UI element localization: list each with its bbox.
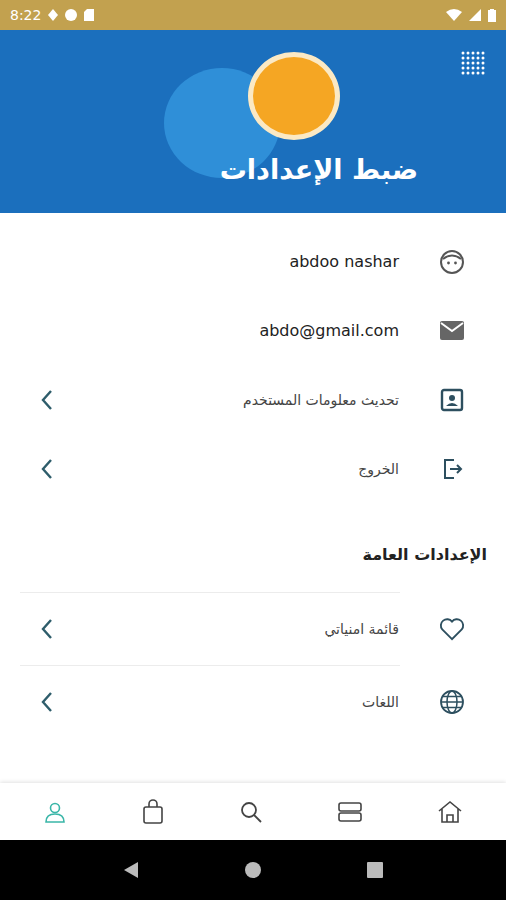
nav-button[interactable] (29, 792, 81, 832)
general-row[interactable]: قائمة امنياتي (0, 593, 506, 665)
row-label: الخروج (54, 461, 399, 477)
row-divider (20, 592, 400, 593)
page-title: ضبط الإعدادات (220, 154, 418, 185)
chevron-icon (40, 458, 54, 480)
account-list: abdoo nashar abdo@gmail.com تحديث معلومات … (0, 213, 506, 503)
nav-button[interactable] (323, 793, 377, 831)
chevron-icon (40, 389, 54, 411)
bottom-navigation (0, 783, 506, 840)
mail-icon (439, 320, 465, 342)
cards-icon (337, 801, 363, 823)
grid-menu-icon[interactable] (460, 50, 486, 76)
person-icon (43, 800, 67, 824)
status-bar: 8:22 (0, 0, 506, 30)
back-icon[interactable] (123, 861, 139, 879)
row-label: abdo@gmail.com (40, 321, 399, 340)
shopping-bag-icon (141, 799, 165, 825)
heart-icon (439, 616, 465, 642)
sdcard-icon (84, 9, 94, 21)
home-circle-icon[interactable] (244, 861, 262, 879)
general-row[interactable]: اللغات (0, 666, 506, 738)
nav-button[interactable] (225, 792, 277, 832)
general-settings-list: قائمة امنياتي اللغات (0, 592, 506, 738)
settings-screen: 8:22 ضبط الإعدادات abdoo nashar abdo@gmail.… (0, 0, 506, 900)
battery-icon (488, 9, 496, 22)
home-icon (437, 800, 463, 824)
account-row[interactable]: الخروج (0, 434, 506, 503)
settings-content: abdoo nashar abdo@gmail.com تحديث معلومات … (0, 213, 506, 783)
globe-icon (439, 689, 465, 715)
header-banner: ضبط الإعدادات (0, 30, 506, 213)
section-title: الإعدادات العامة (0, 545, 506, 564)
row-label: اللغات (54, 694, 399, 710)
nav-button[interactable] (423, 792, 477, 832)
row-label: abdoo nashar (40, 252, 399, 271)
notification-icon (48, 9, 58, 21)
exit-icon (440, 457, 464, 481)
system-navigation-bar (0, 840, 506, 900)
account-row: abdo@gmail.com (0, 296, 506, 365)
row-divider (20, 665, 400, 666)
search-icon (239, 800, 263, 824)
recents-icon[interactable] (367, 862, 383, 878)
contact-card-icon (440, 388, 464, 412)
face-icon (439, 249, 465, 275)
chevron-icon (40, 691, 54, 713)
chevron-icon (40, 618, 54, 640)
signal-icon (469, 9, 481, 21)
account-row: abdoo nashar (0, 227, 506, 296)
row-label: قائمة امنياتي (54, 621, 399, 637)
wifi-icon (446, 9, 462, 21)
app-icon (65, 9, 77, 21)
row-label: تحديث معلومات المستخدم (54, 392, 399, 408)
header-photo-orange (248, 52, 340, 140)
account-row[interactable]: تحديث معلومات المستخدم (0, 365, 506, 434)
status-time: 8:22 (10, 7, 41, 23)
nav-button[interactable] (127, 791, 179, 833)
